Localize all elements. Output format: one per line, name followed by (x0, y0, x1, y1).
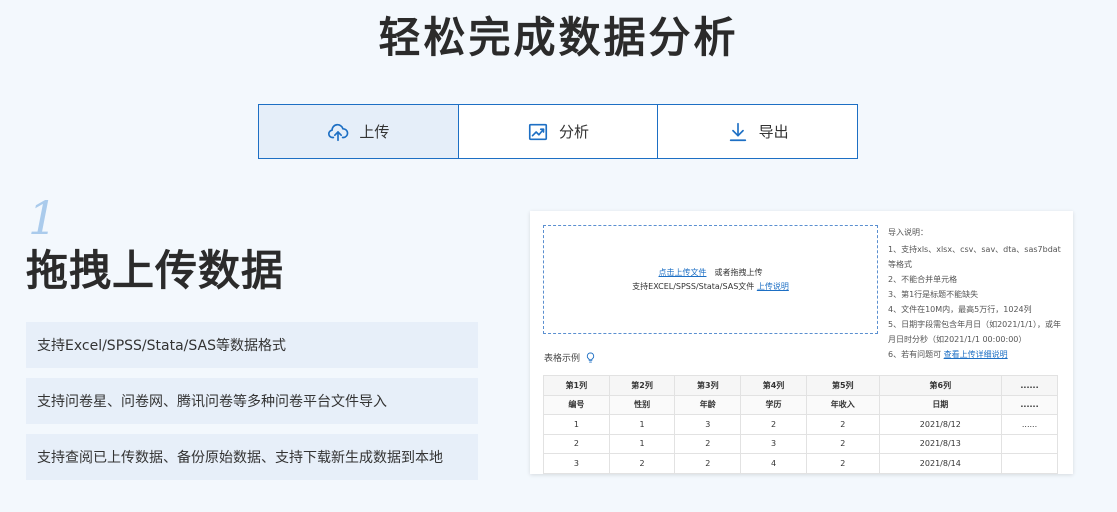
drag-upload-text: 或者拖拽上传 (714, 267, 763, 277)
supported-files-text: 支持EXCEL/SPSS/Stata/SAS文件 (632, 281, 755, 291)
table-cell: 2 (805, 453, 880, 474)
table-header-cell: 第6列 (878, 375, 1002, 396)
table-cell: 3 (740, 433, 807, 454)
table-cell: 4 (740, 453, 807, 474)
feature-item-platforms: 支持问卷星、问卷网、腾讯问卷等多种问卷平台文件导入 (26, 378, 478, 424)
table-cell: 2 (740, 414, 807, 435)
download-icon (729, 122, 746, 141)
sample-table-label: 表格示例 (544, 351, 596, 364)
table-cell: 2 (805, 414, 880, 435)
tab-upload-label: 上传 (359, 123, 390, 141)
table-subheader-cell: 编号 (543, 394, 610, 415)
table-header-cell: 第3列 (674, 375, 742, 396)
table-subheader-cell: 年收入 (805, 394, 880, 415)
tab-export[interactable]: 导出 (658, 105, 857, 158)
tab-analysis[interactable]: 分析 (459, 105, 659, 158)
table-cell (1000, 433, 1059, 454)
table-header-cell: 第2列 (608, 375, 676, 396)
import-notes: 导入说明： 1、支持xls、xlsx、csv、sav、dta、sas7bdat等… (888, 225, 1064, 362)
table-cell: 2 (608, 453, 676, 474)
import-note-item: 4、文件在10M内，最高5万行，1024列 (888, 305, 1032, 314)
import-note-item: 2、不能合并单元格 (888, 275, 958, 284)
tab-export-label: 导出 (758, 123, 789, 141)
table-header-cell: 第1列 (543, 375, 610, 396)
table-cell: 2 (674, 433, 742, 454)
table-cell: 1 (608, 414, 676, 435)
feature-item-formats: 支持Excel/SPSS/Stata/SAS等数据格式 (26, 322, 478, 368)
table-cell: 2021/8/13 (878, 433, 1002, 454)
table-cell: 2021/8/14 (878, 453, 1002, 474)
table-header-row: 第1列 第2列 第3列 第4列 第5列 第6列 ...... (543, 375, 1059, 396)
table-cell (1000, 453, 1059, 474)
upload-help-link[interactable]: 上传说明 (757, 282, 789, 291)
table-cell: 2021/8/12 (878, 414, 1002, 435)
table-subheader-cell: 年龄 (674, 394, 742, 415)
table-cell: 2 (674, 453, 742, 474)
table-cell: 2 (805, 433, 880, 454)
detailed-instructions-link[interactable]: 查看上传详细说明 (944, 350, 1008, 359)
cloud-upload-icon (328, 123, 349, 141)
table-cell: 2 (543, 433, 610, 454)
table-subheader-cell: 日期 (878, 394, 1002, 415)
table-cell: 3 (674, 414, 742, 435)
sample-table: 第1列 第2列 第3列 第4列 第5列 第6列 ...... 编号 性别 年龄 … (543, 375, 1059, 474)
table-cell: 3 (543, 453, 610, 474)
table-subheader-cell: 性别 (608, 394, 676, 415)
table-header-cell: 第4列 (740, 375, 807, 396)
table-row: 3 2 2 4 2 2021/8/14 (543, 453, 1059, 474)
sample-table-label-text: 表格示例 (544, 354, 581, 364)
table-cell: ...... (1000, 414, 1059, 435)
table-subheader-row: 编号 性别 年龄 学历 年收入 日期 ...... (543, 394, 1059, 415)
page-title: 轻松完成数据分析 (378, 13, 739, 62)
dropzone-line-2: 支持EXCEL/SPSS/Stata/SAS文件 上传说明 (632, 280, 789, 294)
import-note-item: 3、第1行是标题不能缺失 (888, 290, 979, 299)
tab-analysis-label: 分析 (559, 123, 590, 141)
feature-item-manage: 支持查阅已上传数据、备份原始数据、支持下载新生成数据到本地 (26, 434, 478, 480)
feature-tabs: 上传 分析 导出 (258, 104, 858, 159)
import-notes-title: 导入说明： (888, 228, 928, 237)
upload-dropzone[interactable]: 点击上传文件 或者拖拽上传 支持EXCEL/SPSS/Stata/SAS文件 上传… (543, 225, 878, 334)
dropzone-line-1: 点击上传文件 或者拖拽上传 (659, 266, 763, 280)
import-note-item: 6、若有问题可 查看上传详细说明 (888, 347, 1064, 362)
import-note-6-text: 6、若有问题可 (888, 350, 942, 359)
table-header-cell: ...... (1000, 375, 1059, 396)
chart-analysis-icon (528, 123, 548, 140)
upload-demo-card: 点击上传文件 或者拖拽上传 支持EXCEL/SPSS/Stata/SAS文件 上传… (530, 211, 1073, 474)
table-subheader-cell: ...... (1000, 394, 1059, 415)
tab-upload[interactable]: 上传 (259, 105, 459, 158)
table-cell: 1 (608, 433, 676, 454)
section-title: 拖拽上传数据 (26, 246, 285, 295)
import-note-item: 1、支持xls、xlsx、csv、sav、dta、sas7bdat等格式 (888, 245, 1061, 269)
table-cell: 1 (543, 414, 610, 435)
click-upload-link[interactable]: 点击上传文件 (659, 268, 707, 277)
table-row: 2 1 2 3 2 2021/8/13 (543, 433, 1059, 454)
import-note-item: 5、日期字段需包含年月日（如2021/1/1），或年月日时分秒（如2021/1/… (888, 320, 1062, 344)
lightbulb-icon[interactable] (585, 352, 596, 363)
table-row: 1 1 3 2 2 2021/8/12 ...... (543, 414, 1059, 435)
table-header-cell: 第5列 (805, 375, 880, 396)
table-subheader-cell: 学历 (740, 394, 807, 415)
step-number: 1 (28, 191, 58, 245)
